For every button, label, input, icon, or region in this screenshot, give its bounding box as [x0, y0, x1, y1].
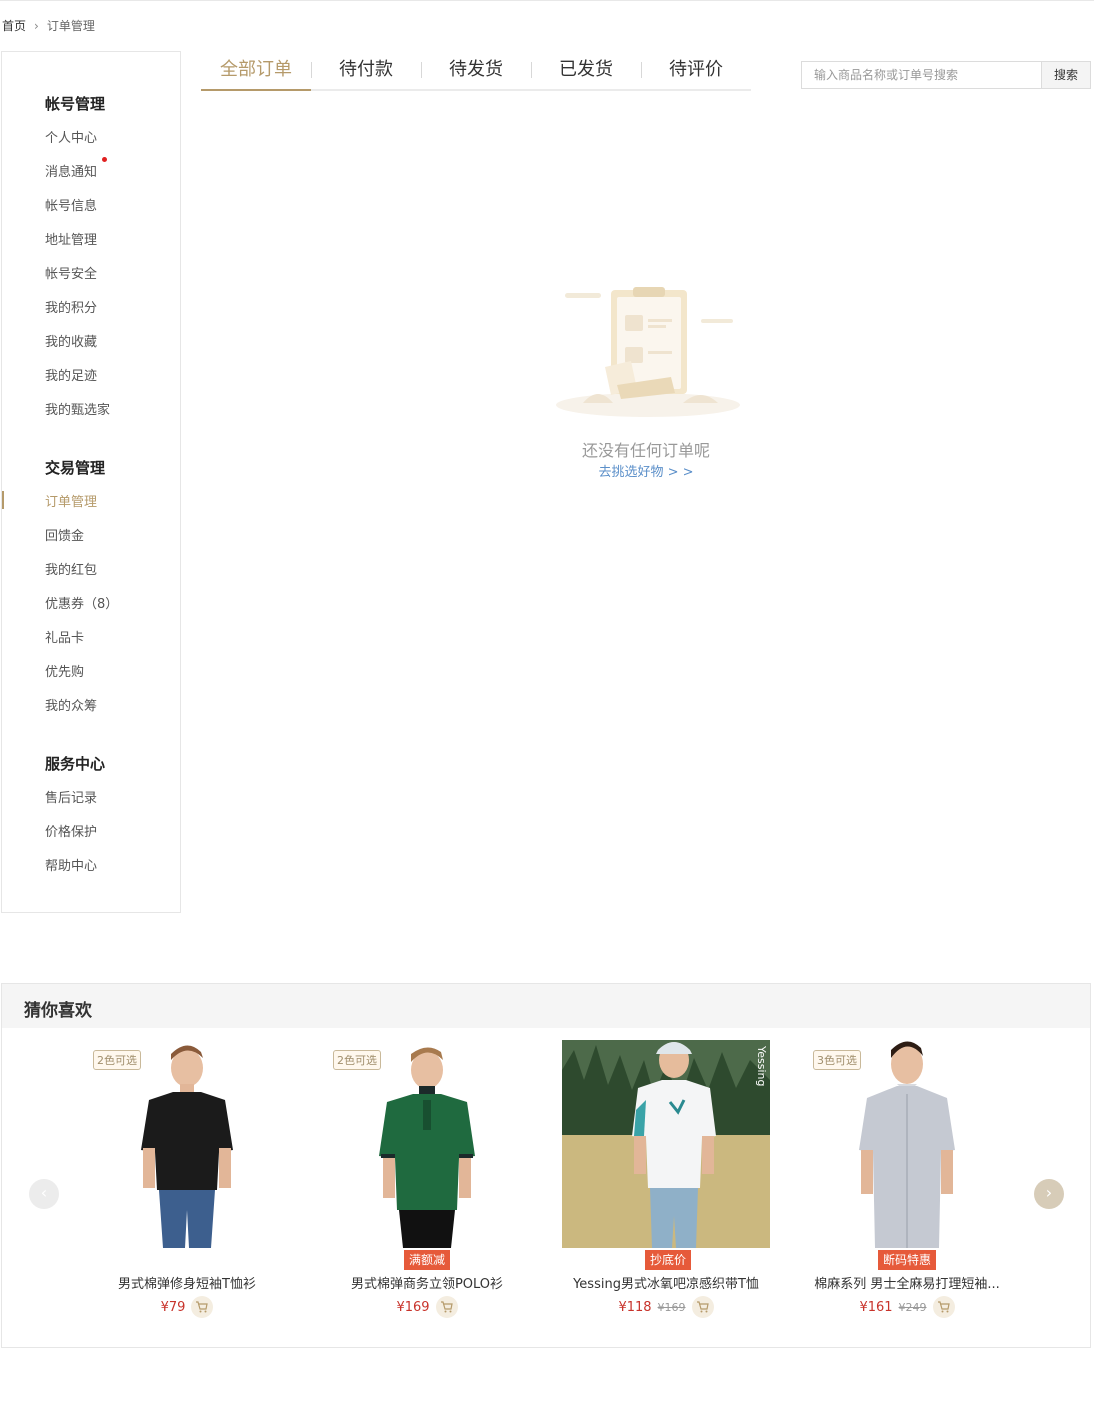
- sidebar-item-price-protection[interactable]: 价格保护: [45, 821, 97, 840]
- cart-icon: [196, 1301, 209, 1313]
- product-card[interactable]: 3色可选 断码特惠 棉麻系列 男士全麻易打理短袖... ¥161 ¥249: [792, 1040, 1022, 1330]
- product-original-price: ¥169: [657, 1300, 686, 1314]
- notification-dot-icon: [102, 157, 107, 162]
- product-name[interactable]: 棉麻系列 男士全麻易打理短袖...: [792, 1273, 1022, 1292]
- product-name[interactable]: 男式棉弹商务立领POLO衫: [312, 1273, 542, 1292]
- sidebar-item-notifications[interactable]: 消息通知: [45, 161, 97, 180]
- add-to-cart-button[interactable]: [691, 1296, 714, 1318]
- carousel-next-button[interactable]: ›: [1034, 1179, 1064, 1209]
- promo-badge: 满额减: [404, 1250, 451, 1270]
- color-options-badge: 3色可选: [813, 1050, 861, 1070]
- product-image[interactable]: [83, 1040, 291, 1248]
- cart-icon: [937, 1301, 950, 1313]
- product-price: ¥118: [618, 1299, 652, 1315]
- product-price-row: ¥161 ¥249: [792, 1296, 1022, 1318]
- color-options-badge: 2色可选: [333, 1050, 381, 1070]
- product-card[interactable]: 2色可选 男式棉弹修身短袖T恤衫 ¥79: [72, 1040, 302, 1330]
- empty-clipboard-icon: [553, 285, 743, 425]
- product-image[interactable]: [803, 1040, 1011, 1248]
- product-price: ¥79: [160, 1299, 186, 1315]
- go-shopping-link[interactable]: 去挑选好物 > >: [546, 461, 746, 480]
- sidebar-item-after-sales[interactable]: 售后记录: [45, 787, 97, 806]
- sidebar-item-account-info[interactable]: 帐号信息: [45, 195, 97, 214]
- recommendations-header: 猜你喜欢: [2, 984, 1090, 1028]
- product-image[interactable]: [323, 1040, 531, 1248]
- sidebar-item-points[interactable]: 我的积分: [45, 297, 97, 316]
- order-tabs: 全部订单 待付款 待发货 已发货 待评价: [201, 54, 751, 91]
- cart-icon: [440, 1301, 453, 1313]
- sidebar-item-coupons[interactable]: 优惠券（8）: [45, 593, 118, 612]
- promo-badge: 断码特惠: [878, 1250, 937, 1270]
- product-name[interactable]: Yessing男式冰氧吧凉感织带T恤: [551, 1273, 781, 1292]
- breadcrumb-current: 订单管理: [46, 19, 95, 33]
- empty-message: 还没有任何订单呢: [581, 441, 710, 460]
- top-divider: [0, 0, 1094, 1]
- sidebar-item-rebate[interactable]: 回馈金: [45, 525, 84, 544]
- promo-badge: 抄底价: [645, 1250, 692, 1270]
- sidebar-item-account-security[interactable]: 帐号安全: [45, 263, 97, 282]
- chevron-right-icon: ›: [34, 18, 39, 33]
- tab-pending-payment[interactable]: 待付款: [311, 54, 421, 89]
- add-to-cart-button[interactable]: [932, 1296, 955, 1318]
- product-price-row: ¥118 ¥169: [551, 1296, 781, 1318]
- chevron-right-icon: ›: [1045, 1183, 1053, 1202]
- sidebar-item-crowdfunding[interactable]: 我的众筹: [45, 695, 97, 714]
- chevron-left-icon: ‹: [40, 1183, 48, 1202]
- tab-pending-shipment[interactable]: 待发货: [421, 54, 531, 89]
- sidebar-item-red-packet[interactable]: 我的红包: [45, 559, 97, 578]
- recommendations-panel: 猜你喜欢 ‹ › 2色可选 男式棉弹修身短袖T恤衫 ¥79 2色可选 满额减 男…: [1, 983, 1091, 1348]
- product-price-row: ¥79: [72, 1296, 302, 1318]
- sidebar-item-priority-buy[interactable]: 优先购: [45, 661, 84, 680]
- product-name[interactable]: 男式棉弹修身短袖T恤衫: [72, 1273, 302, 1292]
- carousel-prev-button[interactable]: ‹: [29, 1179, 59, 1209]
- breadcrumb-home[interactable]: 首页: [2, 17, 26, 34]
- product-image[interactable]: Yessing: [562, 1040, 770, 1248]
- color-options-badge: 2色可选: [93, 1050, 141, 1070]
- sidebar-group-title-service: 服务中心: [45, 755, 106, 773]
- sidebar-item-footprints[interactable]: 我的足迹: [45, 365, 97, 384]
- product-original-price: ¥249: [898, 1300, 927, 1314]
- product-price: ¥161: [859, 1299, 893, 1315]
- add-to-cart-button[interactable]: [435, 1296, 458, 1318]
- sidebar-item-favorites[interactable]: 我的收藏: [45, 331, 97, 350]
- cart-icon: [696, 1301, 709, 1313]
- sidebar-item-help-center[interactable]: 帮助中心: [45, 855, 97, 874]
- tab-shipped[interactable]: 已发货: [531, 54, 641, 89]
- breadcrumb: 首页 › 订单管理: [2, 17, 95, 34]
- sidebar: 帐号管理 个人中心 消息通知 帐号信息 地址管理 帐号安全 我的积分 我的收藏 …: [1, 51, 181, 913]
- sidebar-item-orders[interactable]: 订单管理: [45, 491, 97, 510]
- tab-pending-review[interactable]: 待评价: [641, 54, 751, 89]
- recommendations-title: 猜你喜欢: [24, 1001, 92, 1021]
- product-price-row: ¥169: [312, 1296, 542, 1318]
- sidebar-item-gift-card[interactable]: 礼品卡: [45, 627, 84, 646]
- sidebar-active-indicator: [2, 491, 4, 509]
- sidebar-item-address[interactable]: 地址管理: [45, 229, 97, 248]
- sidebar-item-selector[interactable]: 我的甄选家: [45, 399, 110, 418]
- product-price: ¥169: [396, 1299, 430, 1315]
- search-input[interactable]: 输入商品名称或订单号搜索: [801, 61, 1041, 89]
- product-card[interactable]: 2色可选 满额减 男式棉弹商务立领POLO衫 ¥169: [312, 1040, 542, 1330]
- tab-all-orders[interactable]: 全部订单: [201, 54, 311, 91]
- sidebar-group-title-trade: 交易管理: [45, 459, 106, 477]
- search-button[interactable]: 搜索: [1041, 61, 1091, 89]
- product-card[interactable]: Yessing 抄底价 Yessing男式冰氧吧凉感织带T恤 ¥118 ¥169: [551, 1040, 781, 1330]
- add-to-cart-button[interactable]: [191, 1296, 214, 1318]
- sidebar-item-personal-center[interactable]: 个人中心: [45, 127, 97, 146]
- svg-text:Yessing: Yessing: [755, 1045, 768, 1087]
- sidebar-group-title-account: 帐号管理: [45, 95, 106, 113]
